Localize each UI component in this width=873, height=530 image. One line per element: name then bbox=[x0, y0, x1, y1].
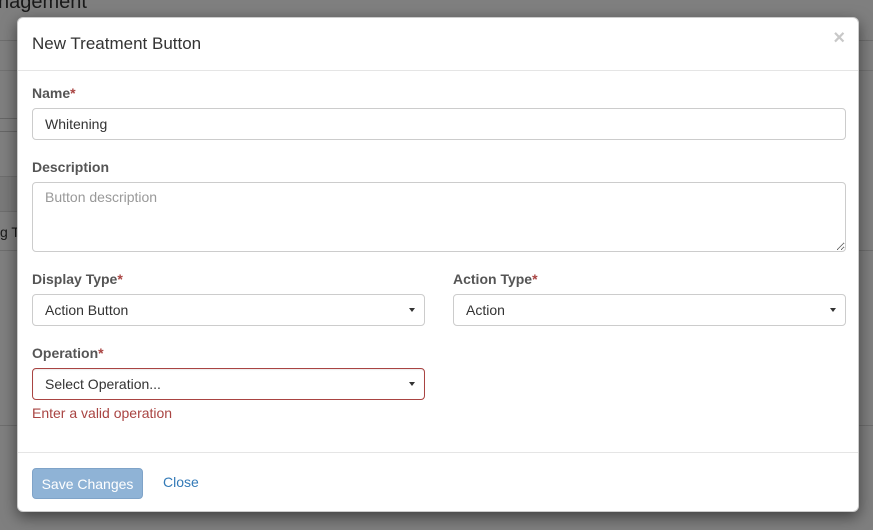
required-mark: * bbox=[70, 85, 76, 101]
caret-down-icon bbox=[409, 382, 415, 386]
name-label-text: Name bbox=[32, 85, 71, 101]
close-button[interactable]: Close bbox=[163, 474, 199, 490]
required-mark: * bbox=[532, 271, 538, 287]
operation-label-text: Operation bbox=[32, 345, 99, 361]
action-type-select[interactable]: Action bbox=[453, 294, 846, 326]
modal-title: New Treatment Button bbox=[32, 34, 202, 53]
name-input[interactable] bbox=[32, 108, 846, 140]
action-type-label: Action Type* bbox=[453, 271, 538, 287]
save-changes-button[interactable]: Save Changes bbox=[32, 468, 143, 499]
display-type-value: Action Button bbox=[45, 302, 129, 318]
display-type-select[interactable]: Action Button bbox=[32, 294, 425, 326]
close-icon[interactable]: × bbox=[833, 28, 845, 48]
action-type-value: Action bbox=[466, 302, 505, 318]
description-textarea[interactable] bbox=[32, 182, 846, 252]
modal-body: Name* Description Display Type* Action B… bbox=[18, 71, 858, 453]
caret-down-icon bbox=[409, 308, 415, 312]
modal-header: New Treatment Button × bbox=[18, 18, 858, 71]
operation-value: Select Operation... bbox=[45, 376, 161, 392]
required-mark: * bbox=[98, 345, 104, 361]
modal-footer: Save Changes Close bbox=[18, 452, 858, 511]
display-type-label-text: Display Type bbox=[32, 271, 118, 287]
operation-label: Operation* bbox=[32, 345, 104, 361]
name-label: Name* bbox=[32, 85, 76, 101]
caret-down-icon bbox=[830, 308, 836, 312]
description-label: Description bbox=[32, 159, 110, 175]
operation-error-message: Enter a valid operation bbox=[32, 405, 173, 421]
display-type-label: Display Type* bbox=[32, 271, 123, 287]
action-type-label-text: Action Type bbox=[453, 271, 533, 287]
required-mark: * bbox=[117, 271, 123, 287]
operation-select[interactable]: Select Operation... bbox=[32, 368, 425, 400]
new-treatment-button-modal: New Treatment Button × Name* Description… bbox=[17, 17, 859, 512]
